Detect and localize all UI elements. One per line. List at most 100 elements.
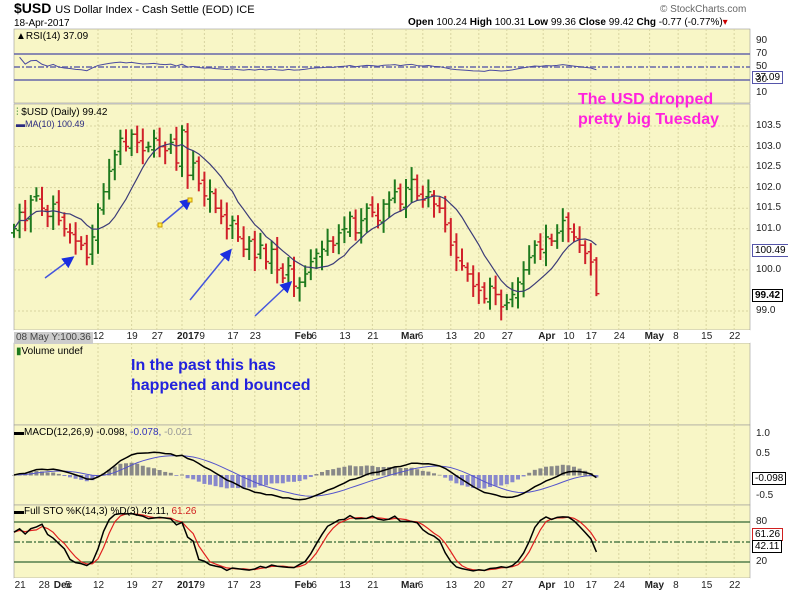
- macd-histogram-bar: [62, 475, 67, 477]
- macd-histogram-bar: [566, 465, 571, 476]
- date-tick-label: 17: [227, 580, 239, 591]
- macd-histogram-bar: [269, 475, 274, 484]
- arrow-handle: [157, 222, 163, 228]
- date-tick-label: 22: [729, 580, 741, 591]
- date-tick-label: 17: [585, 331, 597, 342]
- sto-tick-label: 80: [756, 516, 768, 527]
- rsi-icon: ▲: [16, 31, 26, 42]
- macd-histogram-bar: [499, 475, 504, 486]
- macd-histogram-bar: [191, 475, 196, 480]
- low-value: 99.36: [550, 17, 576, 28]
- chart-title: $USD US Dollar Index - Cash Settle (EOD)…: [14, 0, 255, 16]
- macd-histogram-bar: [532, 469, 537, 476]
- macd-histogram-bar: [516, 475, 520, 480]
- macd-histogram-bar: [538, 468, 543, 476]
- date-tick-label: 9: [199, 580, 205, 591]
- down-triangle-icon: ▾: [722, 17, 728, 28]
- macd-histogram-bar: [185, 475, 190, 479]
- sto-label: ▬Full STO %K(14,3) %D(3) 42.11, 61.26: [14, 506, 197, 517]
- macd-histogram-bar: [353, 466, 358, 476]
- date-tick-label: 19: [126, 580, 138, 591]
- macd-tick-label: -0.5: [756, 489, 774, 501]
- date-tick-label: May: [644, 331, 665, 342]
- macd-histogram-bar: [152, 468, 156, 476]
- macd-histogram-bar: [415, 469, 420, 476]
- date-tick-label: 23: [249, 331, 261, 342]
- chg-label: Chg: [636, 17, 656, 28]
- macd-histogram-bar: [303, 475, 308, 480]
- macd-histogram-bar: [549, 466, 554, 476]
- macd-histogram-bar: [163, 471, 168, 476]
- macd-histogram-bar: [359, 466, 364, 476]
- date-tick-label: 10: [563, 331, 575, 342]
- volume-label: ▮Volume undef: [16, 346, 83, 358]
- ma-label: ▬MA(10) 100.49: [16, 118, 85, 130]
- date-tick-label: 24: [613, 580, 625, 591]
- sto-k-value-tag: 42.11: [752, 540, 783, 553]
- macd-histogram-bar: [56, 473, 61, 476]
- date-tick-label: 13: [445, 331, 457, 342]
- date-tick-label: 6: [417, 580, 424, 591]
- macd-histogram-bar: [180, 474, 184, 476]
- macd-histogram-bar: [168, 472, 173, 476]
- date-tick-label: 22: [729, 331, 741, 342]
- price-tick-label: 101.5: [756, 202, 782, 214]
- ohlc-readout: Open 100.24 High 100.31 Low 99.36 Close …: [408, 17, 728, 29]
- macd-tick-label: 1.0: [756, 427, 770, 439]
- macd-histogram-bar: [488, 475, 492, 487]
- annotation-line: In the past this has: [131, 357, 276, 374]
- macd-histogram-bar: [140, 465, 145, 476]
- rsi-tick-label: 30: [756, 74, 768, 85]
- macd-histogram-bar: [325, 470, 330, 476]
- date-tick-label: Mar: [401, 580, 419, 591]
- date-tick-label: 17: [227, 331, 239, 342]
- macd-histogram-bar: [437, 474, 442, 476]
- macd-histogram-bar: [208, 475, 212, 485]
- macd-histogram-bar: [174, 475, 179, 476]
- rsi-label: ▲RSI(14) 37.09: [16, 31, 88, 43]
- annotation-usd-dropped: The USD dropped pretty big Tuesday: [578, 90, 719, 130]
- chart-date: 18-Apr-2017: [14, 18, 70, 29]
- price-tick-label: 100.0: [756, 263, 782, 275]
- symbol: $USD: [14, 0, 52, 16]
- date-tick-label: 24: [613, 331, 625, 342]
- price-tick-label: 101.0: [756, 222, 782, 234]
- macd-histogram-bar: [420, 470, 425, 476]
- macd-histogram-bar: [247, 475, 252, 488]
- macd-label: ▬MACD(12,26,9) -0.098, -0.078, -0.021: [14, 427, 193, 438]
- macd-hist-label: -0.021: [164, 427, 193, 438]
- macd-histogram-bar: [432, 473, 436, 476]
- open-label: Open: [408, 17, 434, 28]
- date-tick-label: 10: [563, 580, 575, 591]
- macd-histogram-bar: [275, 475, 280, 484]
- price-tick-label: 102.5: [756, 161, 782, 173]
- date-tick-label: 5: [65, 580, 71, 591]
- macd-histogram-bar: [280, 475, 285, 484]
- date-tick-label: Mar: [401, 331, 419, 342]
- macd-histogram-bar: [292, 475, 296, 482]
- macd-histogram-bar: [112, 466, 117, 476]
- date-tick-label: 13: [445, 580, 457, 591]
- rsi-tick-label: 70: [756, 48, 768, 59]
- date-tick-label: 17: [585, 580, 597, 591]
- date-tick-label: 21: [367, 580, 379, 591]
- macd-histogram-bar: [196, 475, 201, 482]
- date-tick-label: 28: [38, 580, 50, 591]
- macd-histogram-bar: [504, 475, 509, 485]
- macd-histogram-bar: [146, 467, 151, 476]
- macd-histogram-bar: [544, 466, 548, 476]
- date-tick-label: May: [644, 580, 665, 591]
- date-tick-label: 27: [501, 331, 513, 342]
- price-tick-label: 99.0: [756, 304, 776, 316]
- macd-histogram-bar: [510, 475, 515, 483]
- date-tick-label: 23: [249, 580, 261, 591]
- date-tick-label: 15: [701, 580, 713, 591]
- macd-histogram-bar: [342, 466, 347, 476]
- rsi-label-text: RSI(14) 37.09: [25, 31, 89, 42]
- date-tick-label: 12: [93, 331, 105, 342]
- macd-histogram-bar: [124, 463, 128, 476]
- annotation-line: pretty big Tuesday: [578, 111, 720, 128]
- ma-value-tag: 100.49: [752, 244, 788, 257]
- macd-histogram-bar: [308, 475, 313, 477]
- macd-histogram-bar: [314, 474, 319, 476]
